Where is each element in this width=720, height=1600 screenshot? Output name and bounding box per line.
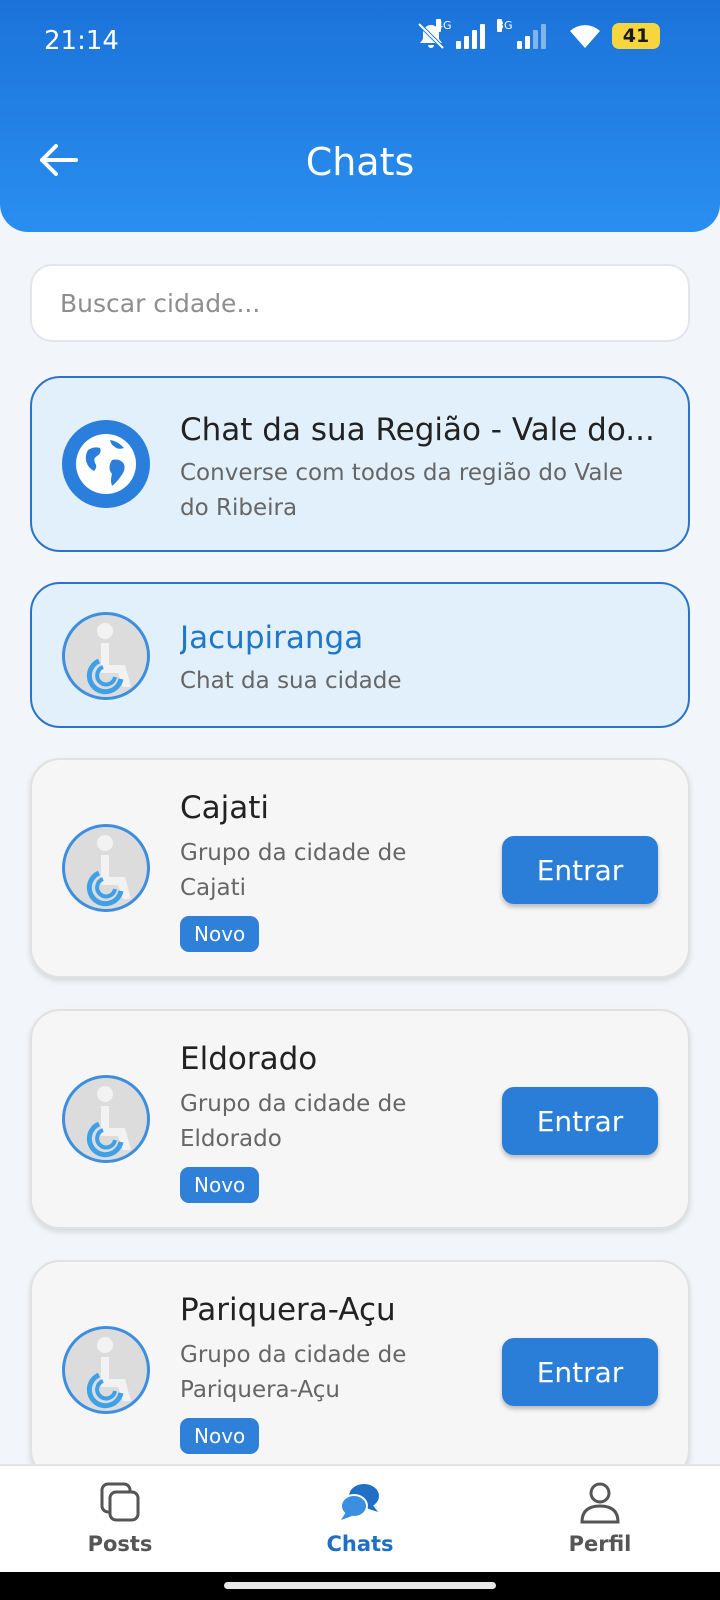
nav-label-chats: Chats [326, 1532, 394, 1556]
nav-item-perfil[interactable]: Perfil [480, 1466, 720, 1574]
city-avatar [62, 612, 150, 700]
wifi-icon [570, 25, 600, 48]
page-title: Chats [305, 140, 415, 184]
city-group-card[interactable]: Cajati Grupo da cidade de Cajati Novo En… [30, 758, 690, 978]
system-navigation-bar [0, 1572, 720, 1600]
status-bar: 21:14 4G 3G 41 [0, 0, 720, 82]
home-indicator[interactable] [224, 1582, 496, 1589]
city-search-input[interactable] [30, 264, 690, 342]
city-group-desc-1: Grupo da cidade de [180, 1342, 407, 1368]
city-group-desc-2: Cajati [180, 875, 247, 901]
battery-icon: 41 [612, 23, 660, 49]
city-group-name: Eldorado [180, 1041, 318, 1077]
city-avatar [62, 824, 150, 912]
status-icons: 4G 3G 41 [416, 19, 660, 50]
city-logo-icon [86, 1086, 131, 1158]
city-group-desc-1: Grupo da cidade de [180, 840, 407, 866]
enter-button[interactable]: Entrar [502, 1087, 658, 1155]
city-group-name: Pariquera-Açu [180, 1292, 396, 1328]
app-header: 21:14 4G 3G 41 Chats [0, 0, 720, 232]
enter-button[interactable]: Entrar [502, 836, 658, 904]
city-group-desc-2: Pariquera-Açu [180, 1377, 341, 1403]
region-chat-subtitle-2: do Ribeira [180, 495, 298, 521]
status-time: 21:14 [44, 26, 119, 56]
city-group-desc-1: Grupo da cidade de [180, 1091, 407, 1117]
nav-item-chats[interactable]: Chats [240, 1466, 480, 1574]
city-group-card[interactable]: Pariquera-Açu Grupo da cidade de Parique… [30, 1260, 690, 1480]
region-chat-title: Chat da sua Região - Vale do... [180, 412, 655, 448]
new-badge: Novo [180, 1418, 260, 1454]
my-city-chat-card[interactable]: Jacupiranga Chat da sua cidade [30, 582, 690, 728]
signal-4g-icon: 4G [436, 19, 485, 49]
city-group-name: Cajati [180, 790, 270, 826]
bottom-navigation: Posts Chats Perfil [0, 1464, 720, 1572]
city-avatar [62, 1075, 150, 1163]
my-city-chat-title: Jacupiranga [180, 620, 364, 656]
chat-bubbles-icon [340, 1484, 379, 1520]
enter-button[interactable]: Entrar [502, 1338, 658, 1406]
globe-avatar [62, 420, 150, 508]
globe-icon [76, 434, 136, 494]
nav-label-perfil: Perfil [568, 1532, 632, 1556]
nav-item-posts[interactable]: Posts [0, 1466, 240, 1574]
city-group-desc-2: Eldorado [180, 1126, 282, 1152]
new-badge: Novo [180, 916, 260, 952]
city-group-card[interactable]: Eldorado Grupo da cidade de Eldorado Nov… [30, 1009, 690, 1229]
region-chat-subtitle-1: Converse com todos da região do Vale [180, 460, 623, 486]
my-city-chat-subtitle: Chat da sua cidade [180, 668, 402, 694]
city-logo-icon [86, 623, 131, 695]
signal-3g-icon: 3G [497, 19, 546, 49]
nav-label-posts: Posts [87, 1532, 153, 1556]
city-logo-icon [86, 835, 131, 907]
city-avatar [62, 1326, 150, 1414]
new-badge: Novo [180, 1167, 260, 1203]
region-chat-card[interactable]: Chat da sua Região - Vale do... Converse… [30, 376, 690, 552]
posts-icon [100, 1482, 140, 1522]
person-icon [580, 1482, 620, 1524]
city-logo-icon [86, 1337, 131, 1409]
